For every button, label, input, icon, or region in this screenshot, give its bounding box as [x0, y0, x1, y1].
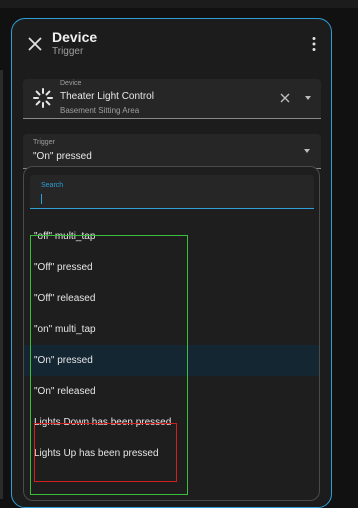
- clear-icon[interactable]: [280, 93, 290, 103]
- trigger-field-value: "On" pressed: [33, 151, 92, 162]
- device-select[interactable]: Device Theater Light Control Basement Si…: [23, 79, 321, 119]
- device-field-value: Theater Light Control: [60, 91, 154, 102]
- text-cursor: [41, 194, 42, 204]
- dialog-title: Device: [52, 29, 98, 45]
- search-input[interactable]: Search: [30, 175, 314, 209]
- red-highlight-box: [34, 423, 177, 482]
- chevron-down-icon[interactable]: [305, 96, 311, 100]
- device-field-area: Basement Sitting Area: [60, 106, 140, 115]
- background-panel-edge: [0, 70, 3, 499]
- trigger-field-label: Trigger: [33, 139, 55, 146]
- device-field-label: Device: [60, 80, 82, 87]
- trigger-options-menu: Search "off" multi_tap "Off" pressed "Of…: [23, 166, 320, 501]
- background-strip: [0, 0, 358, 8]
- more-vert-icon[interactable]: [311, 36, 317, 52]
- dialog-subtitle: Trigger: [52, 46, 84, 57]
- trigger-dialog: Device Trigger Device Theater Light Cont…: [11, 18, 332, 508]
- close-icon[interactable]: [26, 35, 44, 53]
- chevron-down-icon[interactable]: [304, 149, 310, 153]
- search-label: Search: [41, 182, 64, 189]
- trigger-select[interactable]: Trigger "On" pressed: [23, 134, 321, 169]
- device-loading-icon: [33, 88, 53, 108]
